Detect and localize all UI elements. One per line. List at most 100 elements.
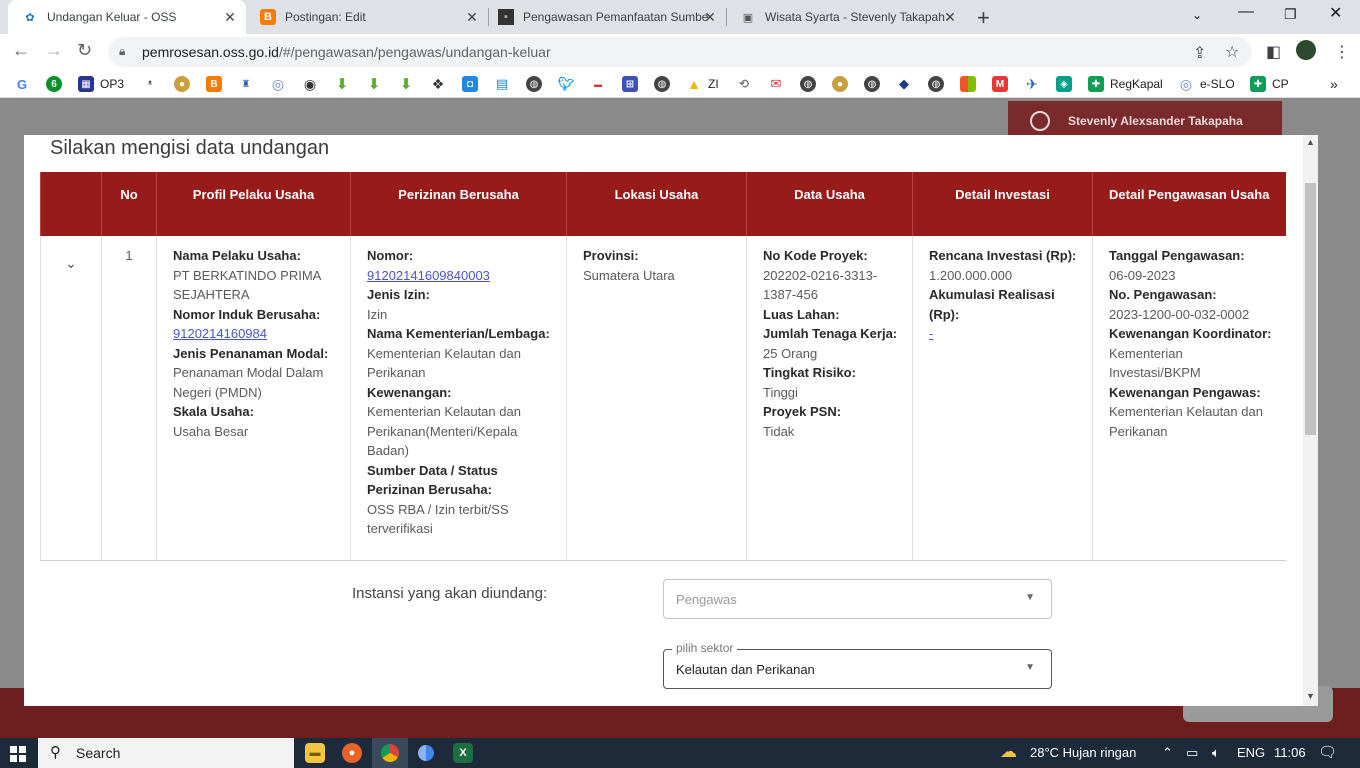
reload-icon[interactable]: ↻ — [77, 40, 92, 61]
pengawas-select[interactable]: Pengawas ▼ — [663, 579, 1052, 619]
field-label: Proyek PSN: — [763, 404, 842, 419]
side-panel-icon[interactable]: ◧ — [1266, 42, 1281, 62]
chrome-profile-icon[interactable] — [416, 743, 436, 763]
modal-scrollbar[interactable]: ▲ ▼ — [1303, 135, 1318, 706]
bookmark-star-icon[interactable]: ☆ — [1225, 42, 1239, 62]
bookmark-zi[interactable]: ▲ ZI — [686, 75, 719, 93]
taskbar-search[interactable]: ⚲ Search — [38, 738, 294, 768]
new-tab-button[interactable]: + — [977, 5, 990, 31]
bookmark-item[interactable]: M — [992, 75, 1014, 93]
bookmark-item[interactable]: ◍ — [928, 75, 950, 93]
bookmark-item[interactable]: ▬ — [590, 75, 612, 93]
bookmark-item[interactable]: ● — [832, 75, 854, 93]
chevron-down-icon[interactable]: ⌄ — [41, 254, 101, 274]
drive-icon: ▲ — [687, 76, 701, 92]
tab-wisata-syarta[interactable]: ▣ Wisata Syarta - Stevenly Takapah ✕ — [726, 0, 966, 34]
bookmarks-bar: G 6 ▦ OP3 ᵜ ● B ♜ ◎ ◉ ⬇ ⬇ ⬇ ❖ ◘ ▤ ◍ 🐦︎ ▬ … — [0, 70, 1360, 98]
bookmark-item[interactable]: ◍ — [864, 75, 886, 93]
site-icon: ⟲ — [738, 77, 750, 91]
bookmark-eslo[interactable]: ◎ e-SLO — [1178, 75, 1235, 93]
close-window-icon[interactable]: ✕ — [1329, 3, 1342, 23]
language-indicator[interactable]: ENG — [1237, 745, 1265, 760]
bookmark-6[interactable]: 6 — [46, 75, 68, 93]
bookmark-item[interactable]: ◆ — [896, 75, 918, 93]
weather-icon[interactable]: ☁ — [1000, 742, 1017, 762]
lock-icon: 🔒︎ — [119, 44, 126, 58]
sektor-select[interactable]: pilih sektor Kelautan dan Perikanan ▼ — [663, 641, 1052, 689]
realisasi-link[interactable]: - — [929, 326, 933, 341]
bookmark-regkapal[interactable]: ✚ RegKapal — [1088, 75, 1163, 93]
field-label: Luas Lahan: — [763, 306, 840, 322]
bookmark-item[interactable]: ♜ — [238, 75, 260, 93]
bookmark-item[interactable]: ◈ — [1056, 75, 1078, 93]
bookmark-item[interactable]: ⬇ — [366, 75, 388, 93]
scrollbar-thumb[interactable] — [1305, 183, 1316, 435]
more-bookmarks-icon[interactable]: » — [1330, 75, 1338, 93]
nib-link[interactable]: 9120214160984 — [173, 326, 267, 341]
bookmark-item[interactable]: 🐦︎ — [558, 75, 580, 93]
close-tab-icon[interactable]: ✕ — [942, 9, 958, 26]
tab-pengawasan[interactable]: ▪ Pengawasan Pemanfaatan Sumbe ✕ — [484, 0, 726, 34]
windows-start-icon[interactable] — [10, 746, 26, 762]
file-explorer-icon[interactable]: ▬ — [305, 743, 325, 763]
close-tab-icon[interactable]: ✕ — [222, 9, 238, 26]
profile-avatar[interactable] — [1296, 40, 1316, 60]
bookmark-item[interactable]: ⊞ — [622, 75, 644, 93]
permit-number-link[interactable]: 91202141609840003 — [367, 268, 490, 283]
tab-postingan-edit[interactable]: B Postingan: Edit ✕ — [246, 0, 488, 34]
close-tab-icon[interactable]: ✕ — [464, 9, 480, 26]
bookmark-item[interactable]: ❖ — [430, 75, 452, 93]
share-icon[interactable]: ⇪ — [1193, 43, 1206, 63]
chrome-taskbar-button[interactable] — [372, 738, 408, 768]
bookmark-item[interactable]: ▤ — [494, 75, 516, 93]
bookmark-item[interactable]: ᵜ — [142, 75, 164, 93]
firefox-icon[interactable]: ● — [342, 743, 362, 763]
restore-icon[interactable]: ❐ — [1284, 6, 1297, 23]
diamond-icon: ◆ — [899, 76, 909, 91]
circle-icon: ◉ — [303, 75, 317, 92]
bookmark-item[interactable]: ◘ — [462, 75, 484, 93]
bookmark-item[interactable]: ✈ — [1024, 75, 1046, 93]
network-icon[interactable]: ▭ — [1186, 745, 1198, 761]
address-bar[interactable]: 🔒︎ pemrosesan.oss.go.id/#/pengawasan/pen… — [108, 37, 1252, 67]
bookmark-item[interactable]: ● — [174, 75, 196, 93]
site-icon: ✈ — [1026, 75, 1038, 92]
circle-icon: ◎ — [271, 75, 285, 92]
bookmark-item[interactable]: ✉ — [768, 75, 790, 93]
url-text[interactable]: pemrosesan.oss.go.id/#/pengawasan/pengaw… — [142, 44, 551, 60]
volume-icon[interactable]: 🔈︎ — [1212, 745, 1220, 761]
bookmark-item[interactable]: ◍ — [526, 75, 548, 93]
back-icon[interactable]: ← — [12, 40, 30, 61]
bookmark-item[interactable]: ⬇ — [398, 75, 420, 93]
clock[interactable]: 11:06 — [1274, 745, 1306, 760]
menu-icon[interactable]: ⋮ — [1334, 42, 1350, 62]
tray-chevron-icon[interactable]: ⌃ — [1162, 745, 1173, 761]
excel-icon[interactable]: X — [453, 743, 473, 763]
bookmark-item[interactable]: ⬇ — [334, 75, 356, 93]
tab-title: Postingan: Edit — [285, 10, 366, 24]
minimize-icon[interactable]: — — [1238, 3, 1254, 21]
bookmark-item[interactable]: B — [206, 75, 228, 93]
column-header: Data Usaha — [746, 172, 913, 236]
tab-undangan-keluar[interactable]: ✿ Undangan Keluar - OSS ✕ — [8, 0, 246, 34]
site-icon: ᵜ — [147, 78, 153, 90]
pengawasan-cell: Tanggal Pengawasan: 06-09-2023 No. Penga… — [1092, 236, 1286, 561]
bookmark-item[interactable]: ◉ — [302, 75, 324, 93]
bookmark-google[interactable]: G — [14, 75, 36, 93]
bookmark-item[interactable]: ◍ — [654, 75, 676, 93]
scroll-down-icon[interactable]: ▼ — [1306, 691, 1315, 701]
forward-icon[interactable]: → — [45, 40, 63, 61]
bookmark-item[interactable] — [960, 75, 982, 93]
bookmark-op3[interactable]: ▦ OP3 — [78, 75, 124, 93]
bookmark-item[interactable]: ◎ — [270, 75, 292, 93]
scroll-up-icon[interactable]: ▲ — [1306, 137, 1315, 147]
close-tab-icon[interactable]: ✕ — [702, 9, 718, 26]
user-name: Stevenly Alexsander Takapaha — [1068, 114, 1243, 128]
bookmark-cp[interactable]: ✚ CP — [1250, 75, 1289, 93]
layers-icon: ❖ — [431, 75, 445, 92]
notification-icon[interactable]: 🗨︎ — [1318, 743, 1337, 761]
weather-text[interactable]: 28°C Hujan ringan — [1030, 745, 1136, 760]
tab-search-icon[interactable]: ⌄ — [1192, 8, 1202, 22]
bookmark-item[interactable]: ⟲ — [736, 75, 758, 93]
bookmark-item[interactable]: ◍ — [800, 75, 822, 93]
